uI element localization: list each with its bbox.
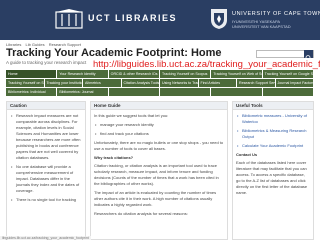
tab-networks[interactable]: Using Networks to Track <box>160 79 199 87</box>
tab-bibliometrics-individual[interactable]: Bibliometrics: Individual <box>6 88 58 96</box>
guide-paragraph: Citation tracking, or citation analysis … <box>94 163 219 186</box>
why-track-heading: Why track citations? <box>94 155 134 160</box>
useful-tools-heading: Useful Tools <box>233 102 313 110</box>
guide-bullet: find and track your citations <box>94 131 224 137</box>
page: UCT LIBRARIES UNIVERSITY OF CAPE TOWN IY… <box>0 0 320 240</box>
guide-tabs-row-2: Tracking Yourself on Social Media Tracki… <box>6 79 314 87</box>
guide-paragraph: The impact of an article is evaluated by… <box>94 190 217 207</box>
tab-altmetrics[interactable]: Altmetrics <box>83 79 122 87</box>
tab-blank <box>159 88 212 96</box>
university-name: UNIVERSITY OF CAPE TOWN <box>232 11 320 17</box>
guide-paragraph: Researchers do citation analysis for sev… <box>94 211 188 216</box>
caution-heading: Caution <box>7 102 85 110</box>
search-button[interactable] <box>304 50 313 61</box>
caution-bullet: There is no single tool for tracking <box>10 197 82 203</box>
guide-paragraph: Unfortunately, there are no magic bullet… <box>94 140 224 151</box>
home-guide-heading: Home Guide <box>91 102 227 110</box>
guide-tabs-row-3: Bibliometrics: Individual Bibliometrics:… <box>6 88 314 96</box>
uct-libraries-logo-icon[interactable] <box>54 9 84 31</box>
tool-link[interactable]: Calculate Your Academic Footprint <box>236 143 310 149</box>
university-name-afrikaans: UNIVERSITEIT VAN KAAPSTAD <box>232 24 291 29</box>
tab-web-of-science[interactable]: Tracking Yourself on Web of Science <box>211 70 263 78</box>
home-guide-box: Home Guide In this guide we suggest tool… <box>90 101 228 240</box>
site-logo-text[interactable]: UCT LIBRARIES <box>88 13 177 23</box>
tab-journal-impact[interactable]: Journal Impact Factors <box>275 79 314 87</box>
tab-research-support[interactable]: Research Support Services <box>237 79 276 87</box>
contact-heading: Contact Us <box>236 152 258 157</box>
tab-citation-tools[interactable]: Citation Analysis Tools <box>121 79 160 87</box>
tab-home[interactable]: Home <box>6 70 58 78</box>
tab-blank <box>211 88 263 96</box>
guide-bullet: manage your research identity <box>94 122 224 128</box>
tab-social-media[interactable]: Tracking Yourself on Social Media <box>6 79 45 87</box>
intro-text: In this guide we suggest tools that let … <box>94 113 169 118</box>
page-subtitle: A guide to tracking your research impact <box>6 60 87 65</box>
caution-box: Caution Research impact measures are not… <box>6 101 86 240</box>
tool-link[interactable]: Bibliometrics & Measuring Research Outpu… <box>236 128 310 140</box>
university-brand[interactable]: UNIVERSITY OF CAPE TOWN IYUNIVESITHI YAS… <box>210 5 320 35</box>
tab-blank <box>262 88 314 96</box>
tab-scopus[interactable]: Tracking Yourself on Scopus <box>159 70 212 78</box>
tab-bibliometrics-journal[interactable]: Bibliometrics: Journal <box>57 88 109 96</box>
contact-text: Each of the databases listed here cover … <box>236 160 308 195</box>
tab-orcid[interactable]: ORCID & other Research IDs <box>108 70 160 78</box>
guide-tabs-row-1: Home Your Research Identity ORCID & othe… <box>6 70 314 78</box>
tab-google-scholar[interactable]: Tracking Yourself on Google Scholar <box>262 70 314 78</box>
guide-search <box>256 50 314 66</box>
status-bar-url: libguides.lib.uct.ac.za/tracking_your_ac… <box>0 236 91 240</box>
caution-bullet: Research impact measures are not compara… <box>10 113 82 161</box>
tab-blank <box>108 88 160 96</box>
tool-link[interactable]: Bibliometric measures - University of Wa… <box>236 113 310 125</box>
tab-find-articles[interactable]: Find Articles <box>198 79 237 87</box>
tab-research-identity[interactable]: Your Research Identity <box>57 70 109 78</box>
site-header: UCT LIBRARIES UNIVERSITY OF CAPE TOWN IY… <box>0 0 320 40</box>
useful-tools-box: Useful Tools Bibliometric measures - Uni… <box>232 101 314 240</box>
tab-institution[interactable]: Tracking your Institution <box>44 79 83 87</box>
page-title: Tracking Your Academic Footprint: Home <box>6 47 222 59</box>
url-overlay: http://libguides.lib.uct.ac.za/tracking_… <box>92 59 320 70</box>
caution-bullet: No one database will provide a comprehen… <box>10 164 82 194</box>
university-crest-icon <box>211 9 227 29</box>
